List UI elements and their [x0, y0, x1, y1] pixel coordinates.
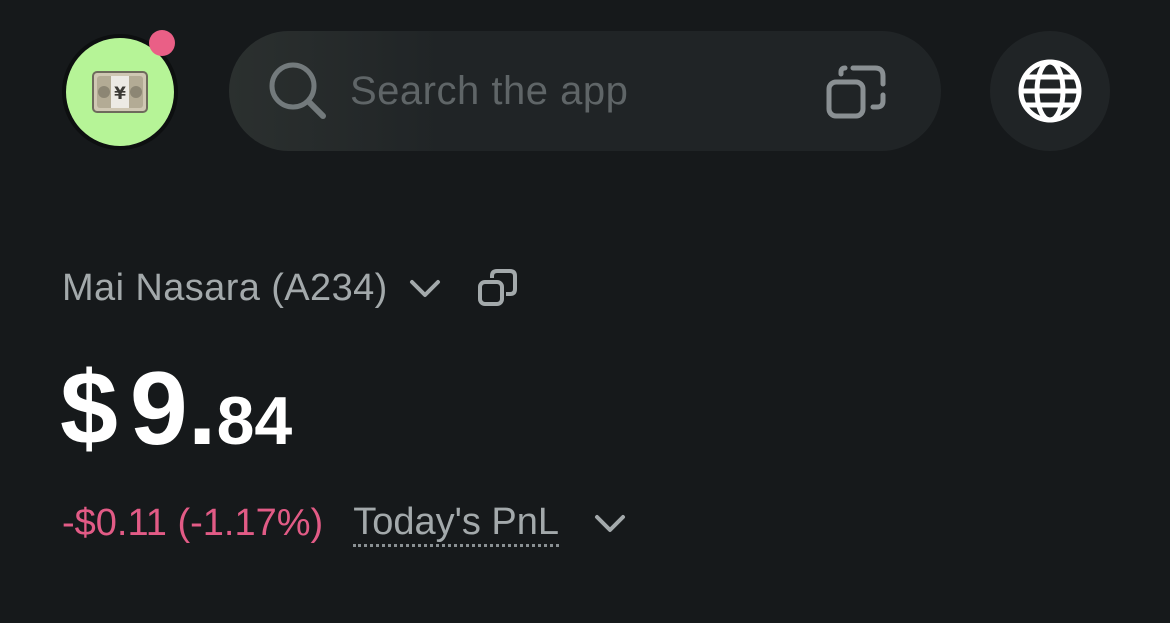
notification-badge	[149, 30, 175, 56]
banknote-icon: ¥	[92, 71, 148, 113]
balance-currency: $	[60, 351, 118, 467]
svg-text:¥: ¥	[114, 84, 126, 104]
balance-decimal-point: .	[187, 351, 217, 467]
search-icon	[269, 62, 326, 119]
language-button[interactable]	[990, 31, 1110, 151]
search-bar[interactable]: Search the app	[229, 31, 941, 151]
chevron-down-icon[interactable]	[593, 506, 627, 540]
search-input[interactable]: Search the app	[350, 67, 628, 115]
scan-icon[interactable]	[823, 59, 889, 125]
balance-integer: 9	[129, 351, 188, 467]
chevron-down-icon[interactable]	[408, 271, 442, 305]
globe-icon	[1018, 59, 1082, 123]
account-selector[interactable]: Mai Nasara (A234)	[62, 263, 520, 313]
balance-decimal: 84	[216, 383, 293, 459]
copy-icon[interactable]	[476, 266, 520, 310]
pnl-value: -$0.11 (-1.17%)	[62, 501, 324, 544]
pnl-label[interactable]: Today's PnL	[353, 500, 560, 547]
balance: $ 9 . 84	[60, 350, 293, 467]
account-name: Mai Nasara (A234)	[62, 266, 388, 309]
pnl-row[interactable]: -$0.11 (-1.17%) Today's PnL	[62, 495, 627, 551]
